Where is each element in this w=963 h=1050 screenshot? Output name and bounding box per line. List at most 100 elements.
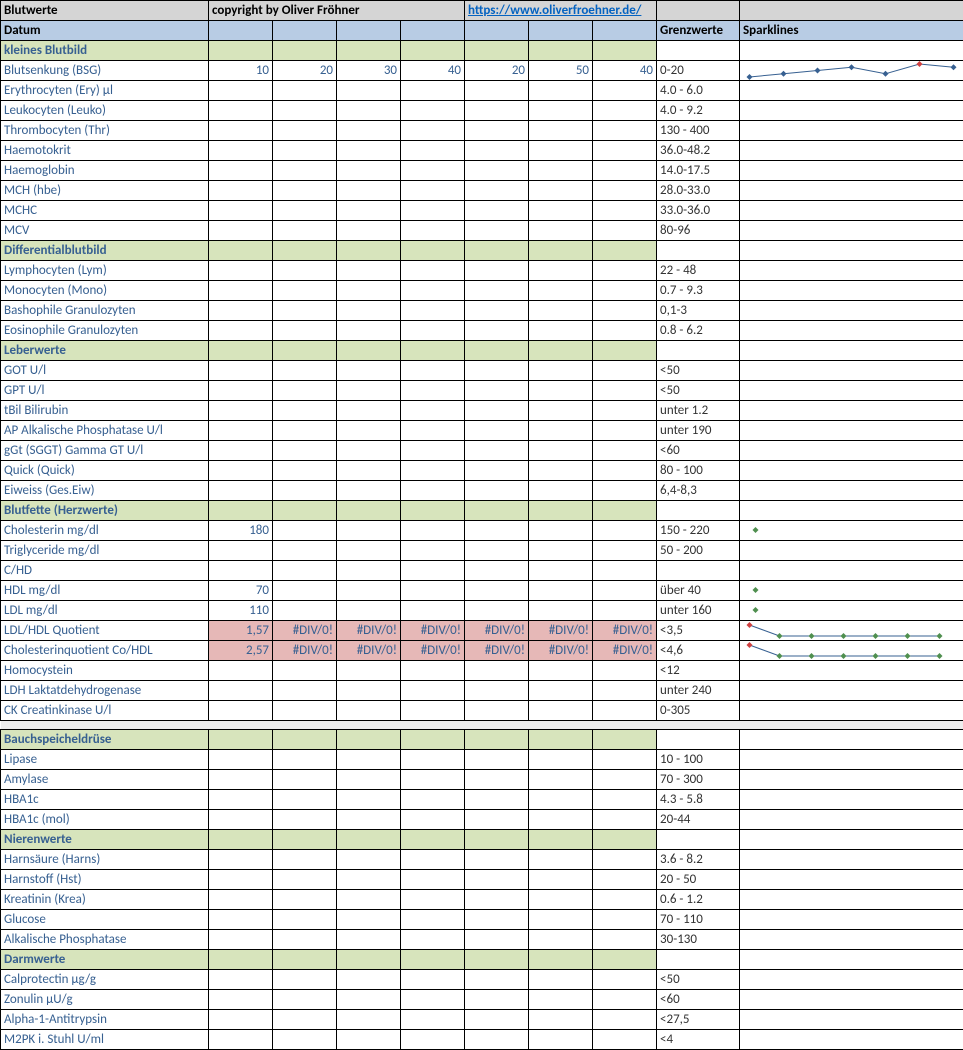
value-cell[interactable] [337, 81, 401, 101]
value-cell[interactable]: 20 [273, 61, 337, 81]
value-cell[interactable] [337, 161, 401, 181]
value-cell[interactable] [593, 541, 657, 561]
value-cell[interactable] [529, 81, 593, 101]
value-cell[interactable] [593, 930, 657, 950]
value-cell[interactable] [529, 101, 593, 121]
value-cell[interactable] [273, 521, 337, 541]
value-cell[interactable] [337, 181, 401, 201]
value-cell[interactable] [337, 201, 401, 221]
value-cell[interactable]: 30 [337, 61, 401, 81]
value-cell[interactable] [465, 201, 529, 221]
value-cell[interactable] [273, 601, 337, 621]
value-cell[interactable] [401, 361, 465, 381]
value-cell[interactable] [401, 181, 465, 201]
value-cell[interactable] [529, 521, 593, 541]
value-cell[interactable] [209, 101, 273, 121]
value-cell[interactable] [209, 81, 273, 101]
value-cell[interactable] [337, 281, 401, 301]
value-cell[interactable] [209, 681, 273, 701]
value-cell[interactable] [465, 601, 529, 621]
value-cell[interactable] [273, 810, 337, 830]
value-cell[interactable] [209, 281, 273, 301]
value-cell[interactable] [465, 81, 529, 101]
value-cell[interactable] [337, 101, 401, 121]
value-cell[interactable] [593, 181, 657, 201]
value-cell[interactable] [529, 750, 593, 770]
value-cell[interactable] [529, 381, 593, 401]
value-cell[interactable] [401, 421, 465, 441]
value-cell[interactable] [337, 421, 401, 441]
value-cell[interactable] [337, 790, 401, 810]
value-cell[interactable] [209, 261, 273, 281]
value-cell[interactable] [273, 201, 337, 221]
value-cell[interactable] [273, 850, 337, 870]
value-cell[interactable] [593, 1030, 657, 1050]
value-cell[interactable] [465, 870, 529, 890]
value-cell[interactable] [465, 990, 529, 1010]
value-cell[interactable] [465, 481, 529, 501]
value-cell[interactable] [593, 321, 657, 341]
value-cell[interactable] [465, 141, 529, 161]
value-cell[interactable] [401, 381, 465, 401]
value-cell[interactable] [529, 541, 593, 561]
value-cell[interactable] [465, 401, 529, 421]
value-cell[interactable] [465, 461, 529, 481]
value-cell[interactable] [529, 990, 593, 1010]
value-cell[interactable] [529, 441, 593, 461]
value-cell[interactable] [337, 1030, 401, 1050]
value-cell[interactable] [401, 101, 465, 121]
value-cell[interactable] [593, 441, 657, 461]
value-cell[interactable] [401, 1030, 465, 1050]
value-cell[interactable] [337, 770, 401, 790]
value-cell[interactable] [465, 121, 529, 141]
value-cell[interactable] [593, 281, 657, 301]
value-cell[interactable] [209, 181, 273, 201]
value-cell[interactable] [337, 910, 401, 930]
value-cell[interactable] [465, 850, 529, 870]
value-cell[interactable] [529, 461, 593, 481]
value-cell[interactable] [209, 910, 273, 930]
value-cell[interactable] [529, 221, 593, 241]
value-cell[interactable] [529, 361, 593, 381]
value-cell[interactable] [337, 661, 401, 681]
value-cell[interactable] [593, 661, 657, 681]
value-cell[interactable] [465, 890, 529, 910]
value-cell[interactable] [465, 701, 529, 721]
value-cell[interactable] [337, 930, 401, 950]
value-cell[interactable] [401, 221, 465, 241]
value-cell[interactable] [465, 301, 529, 321]
value-cell[interactable] [593, 101, 657, 121]
value-cell[interactable] [465, 1010, 529, 1030]
value-cell[interactable] [401, 701, 465, 721]
value-cell[interactable] [529, 161, 593, 181]
value-cell[interactable] [337, 870, 401, 890]
value-cell[interactable]: 1,57 [209, 621, 273, 641]
value-cell[interactable] [273, 750, 337, 770]
value-cell[interactable] [529, 321, 593, 341]
value-cell[interactable] [401, 601, 465, 621]
value-cell[interactable] [273, 81, 337, 101]
value-cell[interactable] [337, 301, 401, 321]
value-cell[interactable] [337, 561, 401, 581]
value-cell[interactable] [209, 161, 273, 181]
value-cell[interactable] [593, 850, 657, 870]
value-cell[interactable] [273, 181, 337, 201]
value-cell[interactable] [401, 770, 465, 790]
value-cell[interactable] [465, 810, 529, 830]
value-cell[interactable]: #DIV/0! [593, 621, 657, 641]
value-cell[interactable] [593, 790, 657, 810]
value-cell[interactable] [273, 661, 337, 681]
value-cell[interactable] [401, 161, 465, 181]
value-cell[interactable]: #DIV/0! [529, 621, 593, 641]
value-cell[interactable] [529, 121, 593, 141]
value-cell[interactable]: #DIV/0! [401, 621, 465, 641]
value-cell[interactable] [465, 441, 529, 461]
value-cell[interactable] [401, 581, 465, 601]
value-cell[interactable] [529, 790, 593, 810]
value-cell[interactable] [401, 561, 465, 581]
value-cell[interactable]: 180 [209, 521, 273, 541]
value-cell[interactable] [273, 261, 337, 281]
value-cell[interactable] [593, 201, 657, 221]
value-cell[interactable] [209, 890, 273, 910]
value-cell[interactable] [593, 970, 657, 990]
